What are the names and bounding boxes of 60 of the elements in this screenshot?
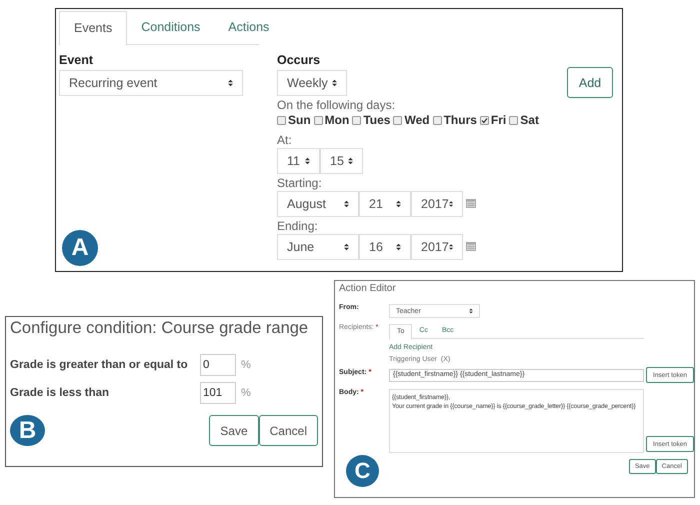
occurs-select[interactable]: Weekly xyxy=(277,70,347,96)
caret-icon xyxy=(448,243,453,251)
caret-icon xyxy=(305,157,310,165)
save-button[interactable]: Save xyxy=(209,415,259,446)
field-label: Grade is less than xyxy=(10,387,110,399)
checkbox[interactable] xyxy=(393,116,402,124)
field-label: Ending: xyxy=(277,219,319,233)
day-label: Fri xyxy=(490,113,506,127)
caret-icon xyxy=(228,79,233,87)
field-label: Grade is greater than or equal to xyxy=(10,359,189,371)
month-select[interactable]: August xyxy=(277,191,359,217)
day-label: Mon xyxy=(324,113,350,127)
calendar-icon[interactable] xyxy=(466,241,476,251)
dialog-title: Configure condition: Course grade range xyxy=(10,319,310,338)
unit-label: % xyxy=(241,359,251,371)
year-select[interactable]: 2017 xyxy=(411,234,463,260)
caret-icon xyxy=(344,243,349,251)
grade-input[interactable]: 0 xyxy=(200,354,236,376)
caret-icon xyxy=(396,243,401,251)
day-select[interactable]: 21 xyxy=(359,191,411,217)
event-select[interactable]: Recurring event xyxy=(59,70,243,96)
year-select[interactable]: 2017 xyxy=(411,191,463,217)
month-select[interactable]: June xyxy=(277,234,359,260)
tab[interactable]: Actions xyxy=(214,11,284,44)
checkbox[interactable] xyxy=(480,116,489,124)
day-label: Thurs xyxy=(444,113,477,127)
letter-badge: B xyxy=(10,415,45,446)
hour-select[interactable]: 11 xyxy=(277,148,320,174)
caret-icon xyxy=(332,79,337,87)
cancel-button[interactable]: Cancel xyxy=(258,415,318,446)
checkbox[interactable] xyxy=(352,116,362,124)
letter-badge: A xyxy=(62,230,98,266)
day-label: Wed xyxy=(404,113,430,127)
field-label: Starting: xyxy=(277,176,323,190)
day-label: Sat xyxy=(520,113,539,127)
field-label: On the following days: xyxy=(277,98,396,112)
calendar-icon[interactable] xyxy=(466,198,476,208)
caret-icon xyxy=(348,157,353,165)
tab[interactable]: Conditions xyxy=(127,11,214,44)
tab[interactable]: Events xyxy=(59,11,128,46)
caret-icon xyxy=(396,200,401,208)
caret-icon xyxy=(344,200,349,208)
add-button[interactable]: Add xyxy=(567,67,613,98)
checkbox[interactable] xyxy=(432,116,442,124)
field-label: At: xyxy=(277,133,293,147)
day-label: Sun xyxy=(288,113,311,127)
field-label: Event xyxy=(59,53,94,67)
checkbox[interactable] xyxy=(314,116,323,124)
dialog-title: Action Editor xyxy=(339,283,397,294)
grade-input[interactable]: 101 xyxy=(200,382,236,404)
checkbox[interactable] xyxy=(277,116,286,124)
caret-icon xyxy=(448,200,453,208)
minute-select[interactable]: 15 xyxy=(320,148,363,174)
unit-label: % xyxy=(241,387,251,399)
day-select[interactable]: 16 xyxy=(359,234,411,260)
caret-icon xyxy=(469,308,473,314)
letter-badge: C xyxy=(346,455,379,487)
checkbox[interactable] xyxy=(509,116,518,124)
day-label: Tues xyxy=(363,113,390,127)
field-label: Occurs xyxy=(277,53,322,67)
